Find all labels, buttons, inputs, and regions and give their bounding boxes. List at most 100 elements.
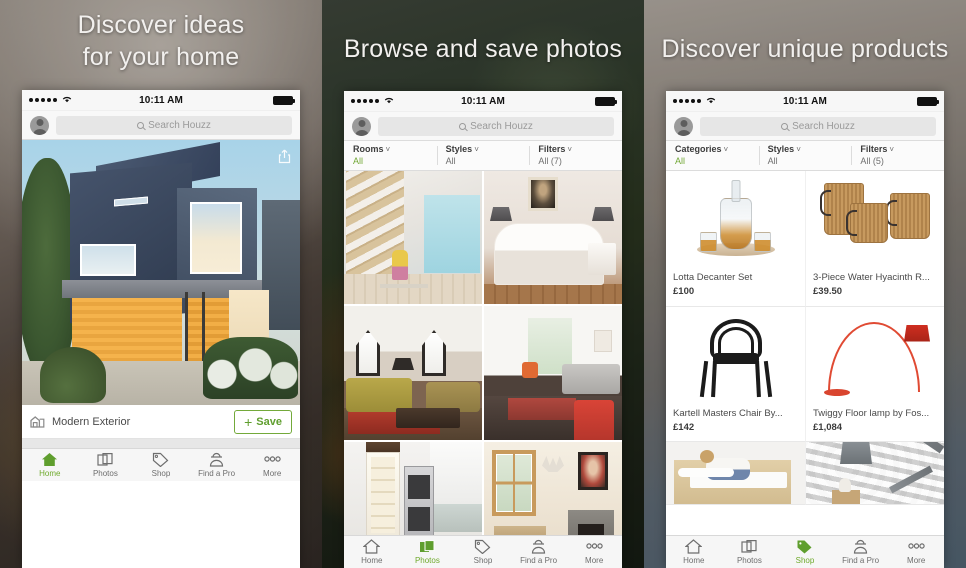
- tab-photos[interactable]: Photos: [78, 451, 134, 478]
- tab-label: Photos: [736, 556, 762, 565]
- product-name: Kartell Masters Chair By...: [673, 407, 783, 419]
- photo-tile[interactable]: [484, 306, 622, 440]
- nav-bar-3: Search Houzz: [666, 112, 944, 141]
- tab-label: Home: [361, 556, 383, 565]
- chevron-down-icon: ˅: [723, 145, 729, 154]
- tab-photos[interactable]: Photos: [722, 538, 778, 565]
- filter-value: All: [445, 156, 456, 167]
- search-placeholder: Search Houzz: [792, 120, 855, 132]
- battery-icon: [595, 96, 617, 106]
- pro-icon: [208, 451, 225, 468]
- tab-home[interactable]: Home: [22, 451, 78, 478]
- tab-more[interactable]: More: [888, 538, 944, 565]
- more-icon: [585, 538, 604, 555]
- filter-styles[interactable]: Styles ˅ All: [436, 141, 530, 170]
- list-divider: [22, 439, 300, 448]
- tab-shop[interactable]: Shop: [133, 451, 189, 478]
- product-price: £39.50: [813, 286, 843, 298]
- more-icon: [263, 451, 282, 468]
- tab-label: Shop: [151, 469, 171, 478]
- pro-icon: [530, 538, 547, 555]
- photo-grid: [344, 171, 622, 535]
- filter-title: Rooms: [353, 144, 384, 154]
- chevron-down-icon: ˅: [385, 145, 391, 154]
- product-list: Lotta Decanter Set £100 3-Piece Water Hy…: [666, 171, 944, 535]
- app-store-screenshot-strip: Discover ideas for your home 10:11 AM Se: [0, 0, 966, 568]
- product-row: Lotta Decanter Set £100 3-Piece Water Hy…: [666, 171, 944, 307]
- tag-icon: [796, 538, 813, 555]
- search-input[interactable]: Search Houzz: [700, 116, 936, 136]
- tab-label: Home: [683, 556, 705, 565]
- tab-more[interactable]: More: [566, 538, 622, 565]
- avatar[interactable]: [674, 116, 693, 136]
- product-image: [666, 442, 805, 505]
- headline-line-1: Browse and save photos: [343, 35, 623, 63]
- search-icon: [459, 122, 467, 130]
- product-name: Twiggy Floor lamp by Fos...: [813, 407, 930, 419]
- product-card[interactable]: [666, 442, 805, 506]
- tab-label: Shop: [795, 556, 815, 565]
- search-icon: [137, 121, 145, 129]
- status-time: 10:11 AM: [139, 94, 183, 106]
- tab-label: Shop: [473, 556, 493, 565]
- tab-find-a-pro[interactable]: Find a Pro: [833, 538, 889, 565]
- filter-value: All: [767, 156, 778, 167]
- tab-label: Find a Pro: [842, 556, 880, 565]
- share-icon[interactable]: [278, 149, 291, 164]
- photos-icon: [97, 451, 114, 468]
- product-card[interactable]: [805, 442, 944, 506]
- chevron-down-icon: ˅: [796, 145, 801, 154]
- photos-icon: [741, 538, 758, 555]
- filter-filters[interactable]: Filters ˅ All (7): [529, 141, 622, 170]
- tab-bar-1: Home Photos Shop Find a Pro More: [22, 448, 300, 481]
- avatar[interactable]: [352, 116, 371, 136]
- chevron-down-icon: ˅: [474, 145, 479, 154]
- phone-mockup-2: 10:11 AM Search Houzz Rooms ˅ All Styles ˅…: [344, 91, 622, 568]
- filter-bar-2: Rooms ˅ All Styles ˅ All Filters ˅ All (7): [344, 141, 622, 171]
- photo-caption-row: Modern Exterior + Save: [22, 405, 300, 439]
- filter-title: Filters: [538, 144, 566, 154]
- filter-categories[interactable]: Categories ˅ All: [666, 141, 759, 170]
- tag-icon: [152, 451, 169, 468]
- search-input[interactable]: Search Houzz: [378, 116, 614, 136]
- product-card[interactable]: Kartell Masters Chair By... £142: [666, 306, 805, 443]
- photo-tile[interactable]: [344, 306, 482, 440]
- product-image: [806, 442, 944, 505]
- hero-photo[interactable]: [22, 140, 300, 405]
- product-card[interactable]: 3-Piece Water Hyacinth R... £39.50: [805, 171, 944, 307]
- tab-home[interactable]: Home: [344, 538, 400, 565]
- home-icon: [363, 538, 381, 555]
- tab-find-a-pro[interactable]: Find a Pro: [511, 538, 567, 565]
- photo-tile[interactable]: [344, 442, 482, 535]
- battery-icon: [917, 96, 939, 106]
- tab-more[interactable]: More: [244, 451, 300, 478]
- tab-photos[interactable]: Photos: [400, 538, 456, 565]
- tab-find-a-pro[interactable]: Find a Pro: [189, 451, 245, 478]
- tab-bar-3: Home Photos Shop Find a Pro More: [666, 535, 944, 568]
- photo-tile[interactable]: [484, 171, 622, 304]
- save-button[interactable]: + Save: [234, 409, 292, 434]
- search-placeholder: Search Houzz: [470, 120, 533, 132]
- phone-mockup-1: 10:11 AM Search Houzz Modern Exterior + …: [22, 90, 300, 568]
- tab-label: More: [585, 556, 604, 565]
- status-bar-1: 10:11 AM: [22, 90, 300, 111]
- tab-home[interactable]: Home: [666, 538, 722, 565]
- product-row: Kartell Masters Chair By... £142 Twiggy …: [666, 306, 944, 443]
- photo-tile[interactable]: [484, 442, 622, 535]
- filter-rooms[interactable]: Rooms ˅ All: [344, 141, 437, 170]
- headline-line-1: Discover ideas: [77, 11, 245, 39]
- filter-styles[interactable]: Styles ˅ All: [758, 141, 852, 170]
- search-input[interactable]: Search Houzz: [56, 115, 292, 135]
- product-card[interactable]: Lotta Decanter Set £100: [666, 171, 805, 307]
- filter-title: Styles: [767, 144, 795, 154]
- avatar[interactable]: [30, 115, 49, 135]
- product-card[interactable]: Twiggy Floor lamp by Fos... £1,084: [805, 306, 944, 443]
- photo-tile[interactable]: [344, 171, 482, 304]
- chevron-down-icon: ˅: [567, 145, 573, 154]
- tab-shop[interactable]: Shop: [777, 538, 833, 565]
- filter-filters[interactable]: Filters ˅ All (5): [851, 141, 944, 170]
- product-image: [806, 306, 944, 404]
- panel-discover-products: Discover unique products 10:11 AM Search…: [644, 0, 966, 568]
- pro-icon: [852, 538, 869, 555]
- tab-shop[interactable]: Shop: [455, 538, 511, 565]
